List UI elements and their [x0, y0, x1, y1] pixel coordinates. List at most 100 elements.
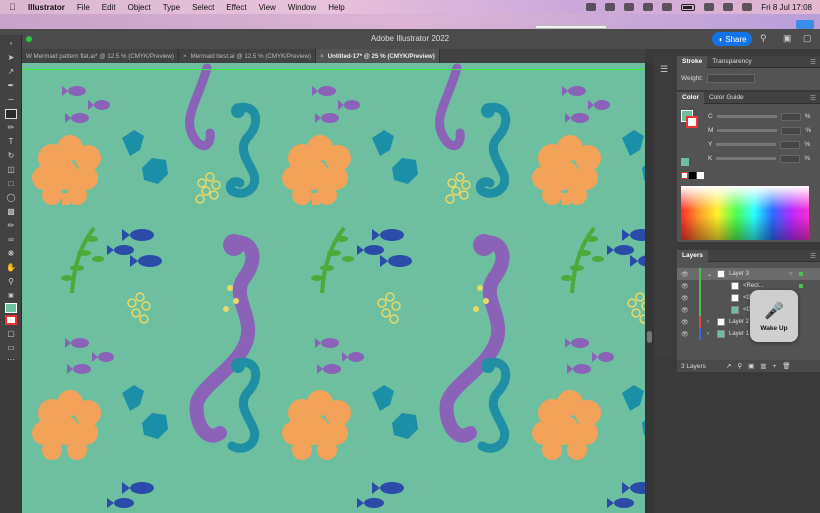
- black-swatch[interactable]: [689, 172, 696, 179]
- zoom-tool-icon[interactable]: ⚲: [5, 277, 17, 287]
- direct-selection-tool-icon[interactable]: ↗: [5, 67, 17, 77]
- clock[interactable]: Fri 8 Jul 17:08: [761, 3, 812, 12]
- color-spectrum[interactable]: [681, 186, 809, 240]
- menu-file[interactable]: File: [77, 3, 90, 12]
- menu-window[interactable]: Window: [288, 3, 316, 12]
- menu-object[interactable]: Object: [128, 3, 151, 12]
- visibility-eye-icon[interactable]: 👁: [681, 307, 689, 314]
- tab-layers[interactable]: Layers: [677, 249, 708, 262]
- visibility-eye-icon[interactable]: 👁: [681, 331, 689, 338]
- menu-app[interactable]: Illustrator: [28, 3, 65, 12]
- panel-menu-icon[interactable]: ☰: [810, 94, 816, 102]
- visibility-eye-icon[interactable]: 👁: [681, 319, 689, 326]
- scale-tool-icon[interactable]: □: [5, 179, 17, 189]
- creative-cloud-icon[interactable]: [586, 3, 597, 11]
- menu-type[interactable]: Type: [163, 3, 180, 12]
- gradient-tool-icon[interactable]: ▩: [5, 207, 17, 217]
- out-of-gamut-swatch[interactable]: [681, 158, 689, 166]
- visibility-eye-icon[interactable]: 👁: [681, 271, 689, 278]
- battery-icon[interactable]: [681, 3, 696, 11]
- expand-chevron-icon[interactable]: ›: [707, 331, 709, 337]
- vertical-scrollbar[interactable]: [645, 63, 654, 513]
- slider-track[interactable]: [716, 143, 777, 146]
- screen-mode-icon[interactable]: ▭: [5, 343, 17, 353]
- value-input[interactable]: [781, 126, 802, 135]
- menu-view[interactable]: View: [259, 3, 276, 12]
- value-input[interactable]: [780, 154, 801, 163]
- new-sublayer-icon[interactable]: ▥: [760, 362, 766, 370]
- shape-builder-tool-icon[interactable]: ◯: [5, 193, 17, 203]
- menu-edit[interactable]: Edit: [102, 3, 116, 12]
- menu-effect[interactable]: Effect: [226, 3, 246, 12]
- expand-chevron-icon[interactable]: ›: [707, 319, 709, 325]
- dropbox-icon[interactable]: [624, 3, 635, 11]
- menu-extra-icon[interactable]: [643, 3, 654, 11]
- export-icon[interactable]: ↗: [726, 362, 731, 370]
- stroke-swatch-icon[interactable]: [5, 315, 17, 325]
- apple-menu-icon[interactable]: : [9, 2, 19, 12]
- paintbrush-tool-icon[interactable]: ✏: [5, 123, 17, 133]
- slider-y[interactable]: Y%: [708, 140, 818, 149]
- symbol-sprayer-tool-icon[interactable]: ❋: [5, 249, 17, 259]
- slider-c[interactable]: C%: [708, 112, 818, 121]
- layer-row[interactable]: 👁 <Rect...: [677, 280, 820, 292]
- layer-row[interactable]: 👁 <G...: [677, 304, 820, 316]
- eyedropper-tool-icon[interactable]: ✏: [5, 221, 17, 231]
- tab-transparency[interactable]: Transparency: [707, 56, 757, 68]
- visibility-eye-icon[interactable]: 👁: [681, 283, 689, 290]
- draw-mode-icon[interactable]: ▢: [5, 329, 17, 339]
- toolbar-collapse-icon[interactable]: »: [5, 39, 17, 49]
- arrange-documents-icon[interactable]: ▣: [783, 33, 792, 44]
- wifi-icon[interactable]: [704, 3, 715, 11]
- close-icon[interactable]: ×: [183, 53, 187, 60]
- expand-chevron-icon[interactable]: ⌄: [707, 271, 712, 278]
- workspace-switcher-icon[interactable]: ▢: [803, 33, 812, 44]
- clipping-mask-icon[interactable]: ▣: [748, 362, 754, 370]
- blend-tool-icon[interactable]: ∞: [5, 235, 17, 245]
- slider-m[interactable]: M%: [708, 126, 818, 135]
- menu-help[interactable]: Help: [328, 3, 344, 12]
- control-center-icon[interactable]: [742, 3, 753, 11]
- target-icon[interactable]: ○: [789, 271, 793, 277]
- pen-tool-icon[interactable]: ✒: [5, 81, 17, 91]
- type-tool-icon[interactable]: T: [5, 137, 17, 147]
- selection-indicator[interactable]: [799, 284, 803, 288]
- menu-select[interactable]: Select: [192, 3, 214, 12]
- sync-icon[interactable]: [605, 3, 616, 11]
- slider-track[interactable]: [717, 129, 778, 132]
- layer-row[interactable]: 👁 › Layer 2: [677, 316, 820, 328]
- scrollbar-thumb[interactable]: [647, 331, 652, 343]
- value-input[interactable]: [780, 112, 801, 121]
- tab-untitled-17[interactable]: × Untitled-17* @ 25 % (CMYK/Preview): [316, 49, 440, 63]
- selection-tool-icon[interactable]: ➤: [5, 53, 17, 63]
- properties-icon[interactable]: ☰: [660, 64, 668, 75]
- curvature-tool-icon[interactable]: ∽: [5, 95, 17, 105]
- bluetooth-icon[interactable]: [662, 3, 673, 11]
- search-icon[interactable]: ⚲: [760, 33, 767, 44]
- weight-input[interactable]: [706, 74, 755, 83]
- tab-stroke[interactable]: Stroke: [677, 55, 708, 68]
- value-input[interactable]: [780, 140, 801, 149]
- slider-track[interactable]: [716, 157, 777, 160]
- delete-layer-icon[interactable]: 🗑: [782, 362, 790, 370]
- stroke-color-swatch[interactable]: [686, 116, 698, 128]
- fill-swatch-icon[interactable]: [5, 303, 17, 313]
- locate-object-icon[interactable]: ⚲: [737, 362, 742, 370]
- tab-color[interactable]: Color: [677, 91, 704, 104]
- edit-toolbar-icon[interactable]: ⋯: [5, 355, 17, 365]
- slider-track[interactable]: [716, 115, 777, 118]
- eraser-tool-icon[interactable]: ◫: [5, 165, 17, 175]
- artboard-canvas[interactable]: [22, 63, 645, 513]
- new-layer-icon[interactable]: +: [772, 363, 776, 370]
- slider-k[interactable]: K%: [708, 154, 818, 163]
- layer-row[interactable]: 👁 › Layer 1: [677, 328, 820, 340]
- desktop-folder-icon[interactable]: [796, 20, 814, 29]
- layer-row[interactable]: 👁 <G...: [677, 292, 820, 304]
- close-icon[interactable]: ×: [320, 53, 324, 60]
- tab-mermaid-pattern-flat[interactable]: W Mermaid pattern flat.ai* @ 12.5 % (CMY…: [22, 49, 179, 63]
- default-colors-icon[interactable]: ▣: [5, 291, 17, 301]
- layer-row[interactable]: 👁 ⌄ Layer 3 ○: [677, 268, 820, 280]
- visibility-eye-icon[interactable]: 👁: [681, 295, 689, 302]
- selection-indicator[interactable]: [799, 272, 803, 276]
- rotate-tool-icon[interactable]: ↻: [5, 151, 17, 161]
